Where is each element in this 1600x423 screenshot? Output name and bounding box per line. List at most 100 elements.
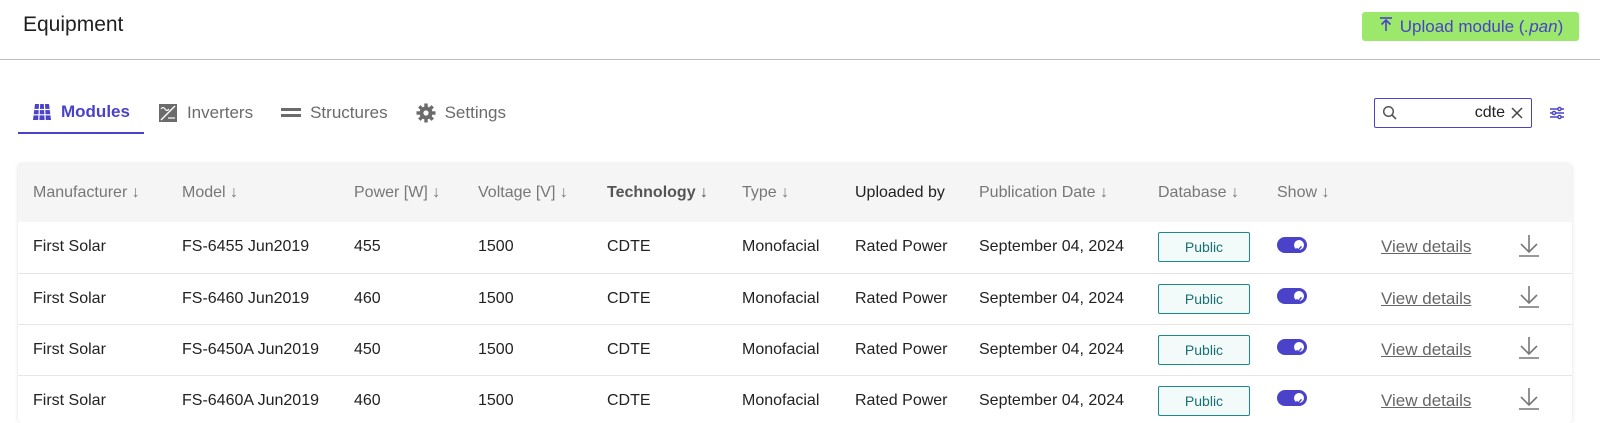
table-header-row: Manufacturer ↓ Model ↓ Power [W] ↓ Volta… (18, 164, 1572, 222)
tab-settings[interactable]: Settings (402, 92, 520, 134)
cell-uploaded-by: Rated Power (855, 391, 948, 409)
cell-voltage: 1500 (478, 391, 514, 409)
cell-voltage: 1500 (478, 289, 514, 307)
toggle-check-icon (1294, 342, 1304, 354)
upload-label-close: ) (1557, 16, 1564, 36)
tab-modules[interactable]: Modules (18, 92, 144, 134)
cell-download (1502, 375, 1572, 423)
column-header-model[interactable]: Model ↓ (167, 164, 339, 222)
cell-power: 455 (354, 238, 381, 256)
cell-publication-date: September 04, 2024 (979, 289, 1124, 307)
cell-technology: CDTE (607, 391, 651, 409)
cell-show (1262, 324, 1366, 375)
column-header-show[interactable]: Show ↓ (1262, 164, 1366, 222)
tab-inverters-label: Inverters (186, 103, 254, 122)
upload-arrow-icon (1378, 16, 1394, 37)
clear-search-icon[interactable] (1509, 105, 1525, 121)
cell-technology: CDTE (607, 289, 651, 307)
cell-database: Public (1143, 375, 1262, 423)
cell-power: 460 (354, 391, 381, 409)
column-header-publication-date[interactable]: Publication Date ↓ (964, 164, 1143, 222)
cell-voltage: 1500 (478, 238, 514, 256)
column-header-voltage[interactable]: Voltage [V] ↓ (463, 164, 592, 222)
cell-power: 460 (354, 289, 381, 307)
cell-database: Public (1143, 222, 1262, 273)
column-header-database[interactable]: Database ↓ (1143, 164, 1262, 222)
view-details-link[interactable]: View details (1381, 391, 1471, 410)
tab-inverters[interactable]: Inverters (144, 92, 267, 134)
cell-database: Public (1143, 273, 1262, 324)
cell-model: FS-6450A Jun2019 (182, 340, 319, 358)
search-icon (1381, 104, 1399, 122)
database-badge: Public (1158, 232, 1250, 263)
tab-modules-label: Modules (61, 102, 130, 121)
cell-model: FS-6460A Jun2019 (182, 391, 319, 409)
cell-actions: View details (1366, 222, 1502, 273)
cell-uploaded-by: Rated Power (855, 340, 948, 358)
upload-module-button[interactable]: Upload module (.pan) (1362, 12, 1579, 41)
show-toggle[interactable] (1277, 236, 1307, 253)
cell-power: 450 (354, 340, 381, 358)
cell-database: Public (1143, 324, 1262, 375)
download-icon[interactable] (1517, 233, 1541, 257)
cell-manufacturer: First Solar (33, 391, 106, 409)
cell-show (1262, 273, 1366, 324)
upload-extension: .pan (1524, 16, 1558, 36)
toggle-check-icon (1294, 393, 1304, 405)
column-header-uploaded-by: Uploaded by (855, 184, 945, 201)
cell-technology: CDTE (607, 340, 651, 358)
modules-table: Manufacturer ↓ Model ↓ Power [W] ↓ Volta… (18, 164, 1572, 423)
cell-publication-date: September 04, 2024 (979, 238, 1124, 256)
cell-technology: CDTE (607, 238, 651, 256)
view-details-link[interactable]: View details (1381, 237, 1471, 256)
cell-uploaded-by: Rated Power (855, 289, 948, 307)
column-header-power[interactable]: Power [W] ↓ (339, 164, 463, 222)
filter-settings-icon[interactable] (1548, 104, 1566, 122)
cell-model: FS-6455 Jun2019 (182, 238, 310, 256)
search-input[interactable] (1399, 104, 1509, 122)
view-details-link[interactable]: View details (1381, 340, 1471, 359)
cell-type: Monofacial (742, 340, 820, 358)
column-header-manufacturer[interactable]: Manufacturer ↓ (18, 164, 167, 222)
column-header-technology[interactable]: Technology ↓ (592, 164, 727, 222)
cell-voltage: 1500 (478, 340, 514, 358)
equipment-tabs: Modules Inverters Structures Settings (18, 92, 520, 134)
structures-icon (281, 103, 302, 123)
download-icon[interactable] (1517, 284, 1541, 308)
page-header: Equipment Upload module (.pan) (0, 0, 1600, 60)
cell-publication-date: September 04, 2024 (979, 340, 1124, 358)
upload-label: Upload module ( (1399, 16, 1525, 36)
page-title: Equipment (23, 13, 124, 36)
tab-structures-label: Structures (310, 103, 388, 122)
cell-download (1502, 324, 1572, 375)
cell-publication-date: September 04, 2024 (979, 391, 1124, 409)
cell-actions: View details (1366, 324, 1502, 375)
cell-type: Monofacial (742, 289, 820, 307)
cell-manufacturer: First Solar (33, 238, 106, 256)
download-icon[interactable] (1517, 386, 1541, 410)
cell-model: FS-6460 Jun2019 (182, 289, 310, 307)
cell-show (1262, 375, 1366, 423)
cell-manufacturer: First Solar (33, 340, 106, 358)
table-row: First Solar FS-6460 Jun2019 460 1500 CDT… (18, 273, 1572, 324)
cell-actions: View details (1366, 375, 1502, 423)
download-icon[interactable] (1517, 335, 1541, 359)
cell-type: Monofacial (742, 391, 820, 409)
show-toggle[interactable] (1277, 339, 1307, 355)
cell-uploaded-by: Rated Power (855, 238, 948, 256)
gear-icon (416, 103, 436, 123)
table-row: First Solar FS-6460A Jun2019 460 1500 CD… (18, 375, 1572, 423)
column-header-actions (1366, 164, 1502, 222)
database-badge: Public (1158, 283, 1250, 314)
cell-show (1262, 222, 1366, 273)
inverter-icon (158, 103, 178, 123)
database-badge: Public (1158, 385, 1250, 416)
view-details-link[interactable]: View details (1381, 289, 1471, 308)
search-box (1374, 98, 1532, 128)
show-toggle[interactable] (1277, 390, 1307, 406)
tab-structures[interactable]: Structures (267, 92, 401, 134)
column-header-type[interactable]: Type ↓ (727, 164, 840, 222)
show-toggle[interactable] (1277, 288, 1307, 304)
table-row: First Solar FS-6450A Jun2019 450 1500 CD… (18, 324, 1572, 375)
column-header-download (1502, 164, 1572, 222)
